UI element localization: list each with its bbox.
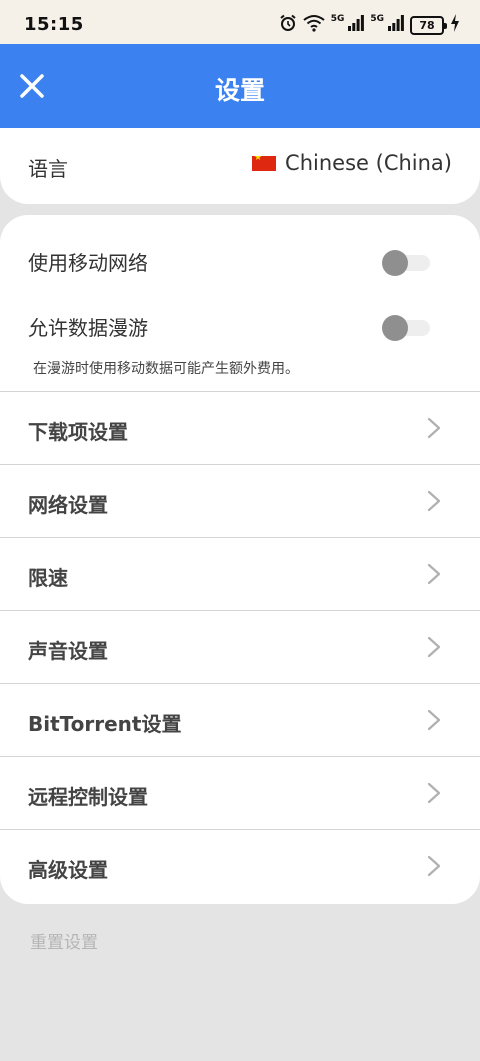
menu-item-network-settings[interactable]: 网络设置 xyxy=(0,464,480,537)
network-type-label: 5G xyxy=(330,14,345,24)
language-label: 语言 xyxy=(28,157,68,181)
chevron-right-icon xyxy=(427,636,441,658)
data-roaming-row[interactable]: 允许数据漫游 xyxy=(0,300,480,350)
signal-icon xyxy=(348,15,365,35)
menu-item-label: 远程控制设置 xyxy=(28,785,148,809)
menu-item-label: 声音设置 xyxy=(28,639,108,663)
status-bar: 15:15 5G 5G 78 xyxy=(0,0,480,44)
battery-icon: 78 xyxy=(410,15,447,35)
china-flag-icon xyxy=(252,155,277,171)
language-value: Chinese (China) xyxy=(285,151,452,175)
settings-card: 使用移动网络 允许数据漫游 在漫游时使用移动数据可能产生额外费用。 下载项设置 … xyxy=(0,215,480,904)
menu-item-label: 高级设置 xyxy=(28,858,108,882)
chevron-right-icon xyxy=(427,417,441,439)
menu-item-label: 网络设置 xyxy=(28,493,108,517)
status-icons: 5G 5G 78 xyxy=(279,14,460,36)
menu-item-label: BitTorrent设置 xyxy=(28,712,182,736)
app-bar: 设置 xyxy=(0,44,480,128)
switch-thumb xyxy=(382,315,408,341)
network-type-label: 5G xyxy=(370,14,384,24)
mobile-network-row[interactable]: 使用移动网络 xyxy=(0,235,480,285)
mobile-network-switch[interactable] xyxy=(382,250,432,276)
chevron-right-icon xyxy=(427,563,441,585)
charging-icon xyxy=(450,14,460,36)
menu-item-download-settings[interactable]: 下载项设置 xyxy=(0,391,480,464)
status-time: 15:15 xyxy=(24,14,84,35)
menu-item-sound-settings[interactable]: 声音设置 xyxy=(0,610,480,683)
page-title: 设置 xyxy=(214,76,265,105)
roaming-hint: 在漫游时使用移动数据可能产生额外费用。 xyxy=(33,361,299,377)
menu-item-advanced-settings[interactable]: 高级设置 xyxy=(0,829,480,902)
alarm-icon xyxy=(279,14,297,36)
data-roaming-label: 允许数据漫游 xyxy=(28,316,148,340)
language-row[interactable]: 语言 Chinese (China) xyxy=(0,128,480,204)
mobile-network-label: 使用移动网络 xyxy=(28,251,148,275)
wifi-icon xyxy=(303,14,325,36)
chevron-right-icon xyxy=(427,782,441,804)
data-roaming-switch[interactable] xyxy=(382,315,432,341)
switch-thumb xyxy=(382,250,408,276)
menu-item-label: 下载项设置 xyxy=(28,420,128,444)
reset-settings-button[interactable]: 重置设置 xyxy=(30,928,98,953)
signal-icon xyxy=(388,15,404,35)
menu-item-remote-control-settings[interactable]: 远程控制设置 xyxy=(0,756,480,829)
menu-item-label: 限速 xyxy=(28,566,68,590)
chevron-right-icon xyxy=(427,855,441,877)
chevron-right-icon xyxy=(427,490,441,512)
menu-item-speed-limit[interactable]: 限速 xyxy=(0,537,480,610)
language-selector[interactable]: Chinese (China) xyxy=(252,151,452,175)
menu-item-bittorrent-settings[interactable]: BitTorrent设置 xyxy=(0,683,480,756)
chevron-right-icon xyxy=(427,709,441,731)
